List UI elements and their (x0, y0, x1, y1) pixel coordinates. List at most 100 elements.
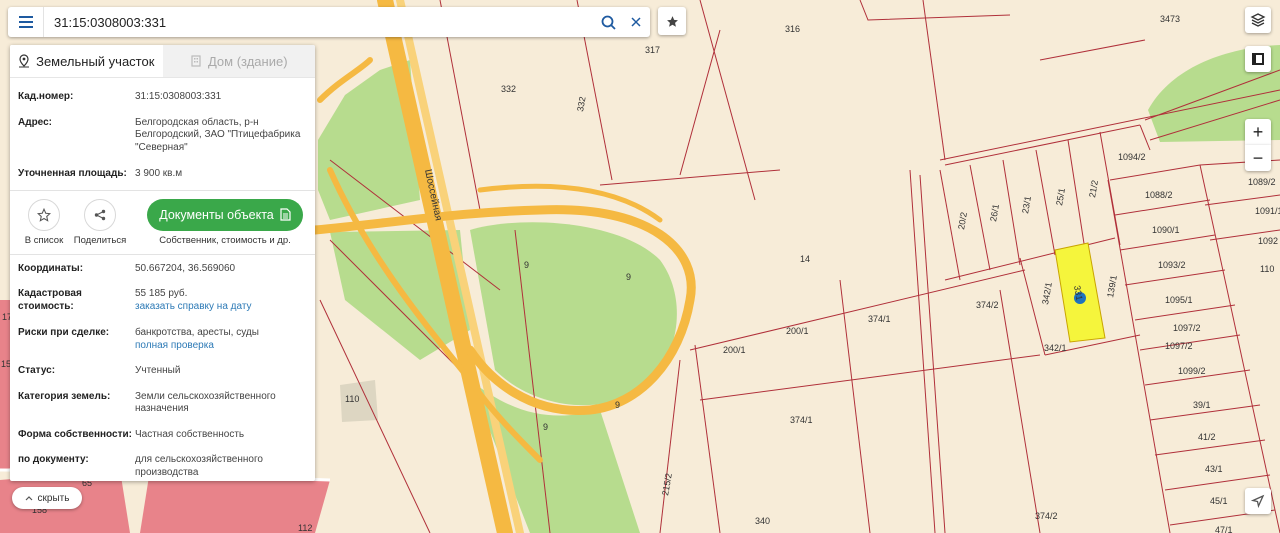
address-label: Адрес: (18, 116, 52, 128)
parcel-label: 200/1 (786, 326, 809, 336)
parcel-label: 41/2 (1198, 432, 1216, 442)
parcel-label: 1090/1 (1152, 225, 1180, 235)
document-row: по документу: для сельскохозяйственного … (10, 454, 315, 479)
parcel-label: 200/1 (723, 345, 746, 355)
area-value: 3 900 кв.м (135, 168, 183, 179)
coords-label: Координаты: (18, 262, 84, 274)
parcel-label: 1092 (1258, 236, 1278, 246)
hide-panel-label: скрыть (37, 492, 70, 504)
coords-value: 50.667204, 36.569060 (135, 262, 236, 274)
map-pin-icon (19, 54, 30, 68)
ruler-icon (1252, 53, 1264, 65)
parcel-label: 47/1 (1215, 525, 1233, 533)
parcel-label: 374/2 (1035, 511, 1058, 521)
hide-panel-button[interactable]: скрыть (12, 487, 82, 509)
parcel-label: 39/1 (1193, 400, 1211, 410)
share-button[interactable] (84, 198, 116, 231)
risks-link[interactable]: полная проверка (135, 340, 307, 353)
clear-button[interactable] (622, 7, 650, 37)
documents-sub-label: Собственник, стоимость и др. (159, 234, 291, 246)
parcel-label: 1089/2 (1248, 177, 1276, 187)
info-panel: Земельный участок Дом (здание) Кад.номер… (10, 45, 315, 481)
action-bar: В список Поделиться Документы объекта Со… (10, 191, 315, 251)
search-input[interactable] (44, 8, 594, 36)
search-bar (8, 7, 650, 37)
tab-house[interactable]: Дом (здание) (162, 45, 315, 77)
parcel-label: 9 (543, 422, 548, 432)
cost-link[interactable]: заказать справку на дату (135, 301, 307, 314)
cost-value: 55 185 руб. (135, 288, 188, 299)
menu-button[interactable] (8, 7, 44, 37)
search-icon (601, 15, 616, 30)
ownership-label: Форма собственности: (18, 428, 132, 440)
parcel-label: 1099/2 (1178, 366, 1206, 376)
coords-row: Координаты: 50.667204, 36.569060 (10, 263, 315, 276)
parcel-label: 1097/2 (1173, 323, 1201, 333)
close-icon (631, 17, 641, 27)
layers-button[interactable] (1245, 7, 1271, 33)
favorites-button[interactable] (658, 7, 686, 35)
parcel-label: 9 (615, 400, 620, 410)
share-icon (94, 209, 106, 220)
parcel-label: 45/1 (1210, 496, 1228, 506)
risks-value: банкротства, аресты, суды (135, 327, 259, 338)
zoom-out-button[interactable]: − (1245, 145, 1271, 171)
share-label: Поделиться (73, 234, 127, 246)
parcel-label: 1088/2 (1145, 190, 1173, 200)
star-icon (666, 15, 678, 27)
ownership-value: Частная собственность (135, 428, 245, 440)
zoom-in-icon: + (1252, 121, 1264, 142)
layers-icon (1250, 13, 1266, 27)
parcel-label: 1094/2 (1118, 152, 1146, 162)
cad-number-value[interactable]: 31:15:0308003:331 (135, 91, 307, 104)
parcel-label: 43/1 (1205, 464, 1223, 474)
document-label: по документу: (18, 454, 89, 465)
tab-land-plot-label: Земельный участок (36, 53, 155, 69)
document-icon (280, 208, 291, 221)
tab-house-label: Дом (здание) (207, 53, 288, 69)
category-row: Категория земель: Земли сельскохозяйстве… (10, 391, 315, 416)
ownership-row: Форма собственности: Частная собственнос… (10, 429, 315, 442)
ruler-button[interactable] (1245, 46, 1271, 72)
navigation-arrow-icon (1251, 494, 1265, 508)
parcel-label: 317 (645, 45, 660, 55)
locate-button[interactable] (1245, 488, 1271, 514)
category-label: Категория земель: (18, 390, 111, 402)
parcel-label: 1093/2 (1158, 260, 1186, 270)
parcel-label: 110 (1260, 264, 1274, 274)
add-to-list-button[interactable] (28, 198, 60, 231)
status-value: Учтенный (135, 365, 181, 376)
parcel-label: 1091/1 (1255, 206, 1280, 216)
chevron-up-icon (25, 496, 32, 501)
risks-row: Риски при сделке: банкротства, аресты, с… (10, 327, 315, 352)
address-row: Адрес: Белгородская область, р-н Белгоро… (10, 117, 315, 155)
parcel-label: 340 (755, 516, 770, 526)
documents-button-label: Документы объекта (159, 207, 274, 222)
panel-tabs: Земельный участок Дом (здание) (10, 45, 315, 78)
parcel-label: 1095/1 (1165, 295, 1193, 305)
menu-icon (18, 16, 33, 28)
documents-button[interactable]: Документы объекта (147, 198, 303, 231)
area-row: Уточненная площадь: 3 900 кв.м (10, 168, 315, 181)
search-button[interactable] (594, 7, 622, 37)
risks-label: Риски при сделке: (18, 327, 110, 338)
parcel-label: 9 (626, 272, 631, 282)
address-value: Белгородская область, р-н Белгородский, … (135, 116, 301, 153)
tab-land-plot[interactable]: Земельный участок (10, 45, 163, 77)
parcel-label: 316 (785, 24, 800, 34)
parcel-label: 374/1 (790, 415, 813, 425)
parcel-label: 374/2 (976, 300, 999, 310)
parcel-label: 112 (298, 523, 312, 533)
cost-row: Кадастровая стоимость: 55 185 руб. заказ… (10, 288, 315, 313)
parcel-label: 3473 (1160, 14, 1180, 24)
document-value: для сельскохозяйственного производства (135, 454, 263, 478)
parcel-label: 14 (800, 254, 810, 264)
cost-label: Кадастровая стоимость: (18, 288, 82, 312)
category-value: Земли сельскохозяйственного назначения (135, 390, 276, 415)
parcel-label: 332 (501, 84, 516, 94)
status-label: Статус: (18, 365, 56, 376)
parcel-label: 1097/2 (1165, 341, 1193, 351)
parcel-label: 342/1 (1044, 343, 1067, 353)
status-row: Статус: Учтенный (10, 365, 315, 378)
zoom-in-button[interactable]: + (1245, 119, 1271, 145)
